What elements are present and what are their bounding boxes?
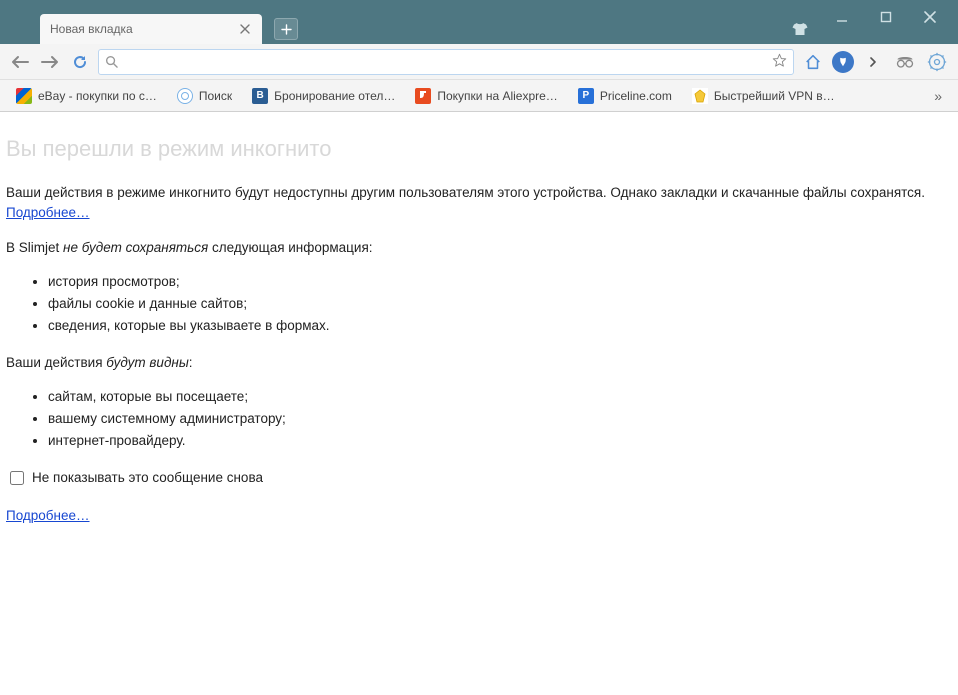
bookmark-item-vpn[interactable]: Быстрейший VPN в … <box>684 85 844 107</box>
list-item: сайтам, которые вы посещаете; <box>48 387 954 407</box>
navigation-toolbar <box>0 44 958 80</box>
bookmark-label: Бронирование отел… <box>274 89 395 103</box>
not-saved-list: история просмотров; файлы cookie и данны… <box>48 272 954 337</box>
bookmark-label: Быстрейший VPN в … <box>714 89 836 103</box>
not-saved-intro: В Slimjet не будет сохраняться следующая… <box>6 238 954 258</box>
page-content: Вы перешли в режим инкогнито Ваши действ… <box>0 112 958 695</box>
bookmark-label: Priceline.com <box>600 89 672 103</box>
forward-button[interactable] <box>38 50 62 74</box>
visible-list: сайтам, которые вы посещаете; вашему сис… <box>48 387 954 452</box>
bookmark-item-booking[interactable]: B Бронирование отел… <box>244 85 403 107</box>
close-tab-button[interactable] <box>238 22 252 36</box>
incognito-icon[interactable] <box>892 49 918 75</box>
ebay-favicon <box>16 88 32 104</box>
priceline-favicon: P <box>578 88 594 104</box>
dont-show-again-row: Не показывать это сообщение снова <box>10 468 954 488</box>
settings-gear-icon[interactable] <box>924 49 950 75</box>
close-window-button[interactable] <box>908 2 952 32</box>
list-item: история просмотров; <box>48 272 954 292</box>
reload-button[interactable] <box>68 50 92 74</box>
list-item: файлы cookie и данные сайтов; <box>48 294 954 314</box>
list-item: интернет-провайдеру. <box>48 431 954 451</box>
incognito-heading: Вы перешли в режим инкогнито <box>6 132 954 165</box>
address-bar[interactable] <box>98 49 794 75</box>
tab-title: Новая вкладка <box>50 22 230 36</box>
address-input[interactable] <box>124 54 766 69</box>
booking-favicon: B <box>252 88 268 104</box>
incognito-intro: Ваши действия в режиме инкогнито будут н… <box>6 183 954 224</box>
bookmark-item-aliexpress[interactable]: Покупки на Aliexpre… <box>407 85 565 107</box>
bookmark-label: eBay - покупки по с… <box>38 89 157 103</box>
bookmarks-overflow-button[interactable]: » <box>926 84 950 108</box>
search-icon <box>105 55 118 68</box>
tshirt-icon[interactable] <box>784 14 816 44</box>
list-item: вашему системному администратору; <box>48 409 954 429</box>
minimize-button[interactable] <box>820 2 864 32</box>
aliexpress-favicon <box>415 88 431 104</box>
bottom-learn-more-link[interactable]: Подробнее… <box>6 508 90 523</box>
bookmarks-bar: eBay - покупки по с… Поиск B Бронировани… <box>0 80 958 112</box>
globe-favicon <box>177 88 193 104</box>
bookmark-item-search[interactable]: Поиск <box>169 85 240 107</box>
home-button[interactable] <box>800 49 826 75</box>
browser-tab[interactable]: Новая вкладка <box>40 14 262 44</box>
bookmark-star-icon[interactable] <box>772 53 787 71</box>
back-button[interactable] <box>8 50 32 74</box>
visible-intro: Ваши действия будут видны: <box>6 353 954 373</box>
window-controls <box>820 0 952 44</box>
dont-show-again-checkbox[interactable] <box>10 471 24 485</box>
list-item: сведения, которые вы указываете в формах… <box>48 316 954 336</box>
vpn-favicon <box>692 88 708 104</box>
bookmark-item-priceline[interactable]: P Priceline.com <box>570 85 680 107</box>
bookmark-label: Покупки на Aliexpre… <box>437 89 557 103</box>
overflow-chevron-icon[interactable] <box>860 49 886 75</box>
bookmark-item-ebay[interactable]: eBay - покупки по с… <box>8 85 165 107</box>
titlebar: Новая вкладка <box>0 0 958 44</box>
learn-more-link[interactable]: Подробнее… <box>6 205 90 220</box>
maximize-button[interactable] <box>864 2 908 32</box>
bookmark-label: Поиск <box>199 89 232 103</box>
ad-block-icon[interactable] <box>832 51 854 73</box>
new-tab-button[interactable] <box>274 18 298 40</box>
dont-show-again-label: Не показывать это сообщение снова <box>32 468 263 488</box>
